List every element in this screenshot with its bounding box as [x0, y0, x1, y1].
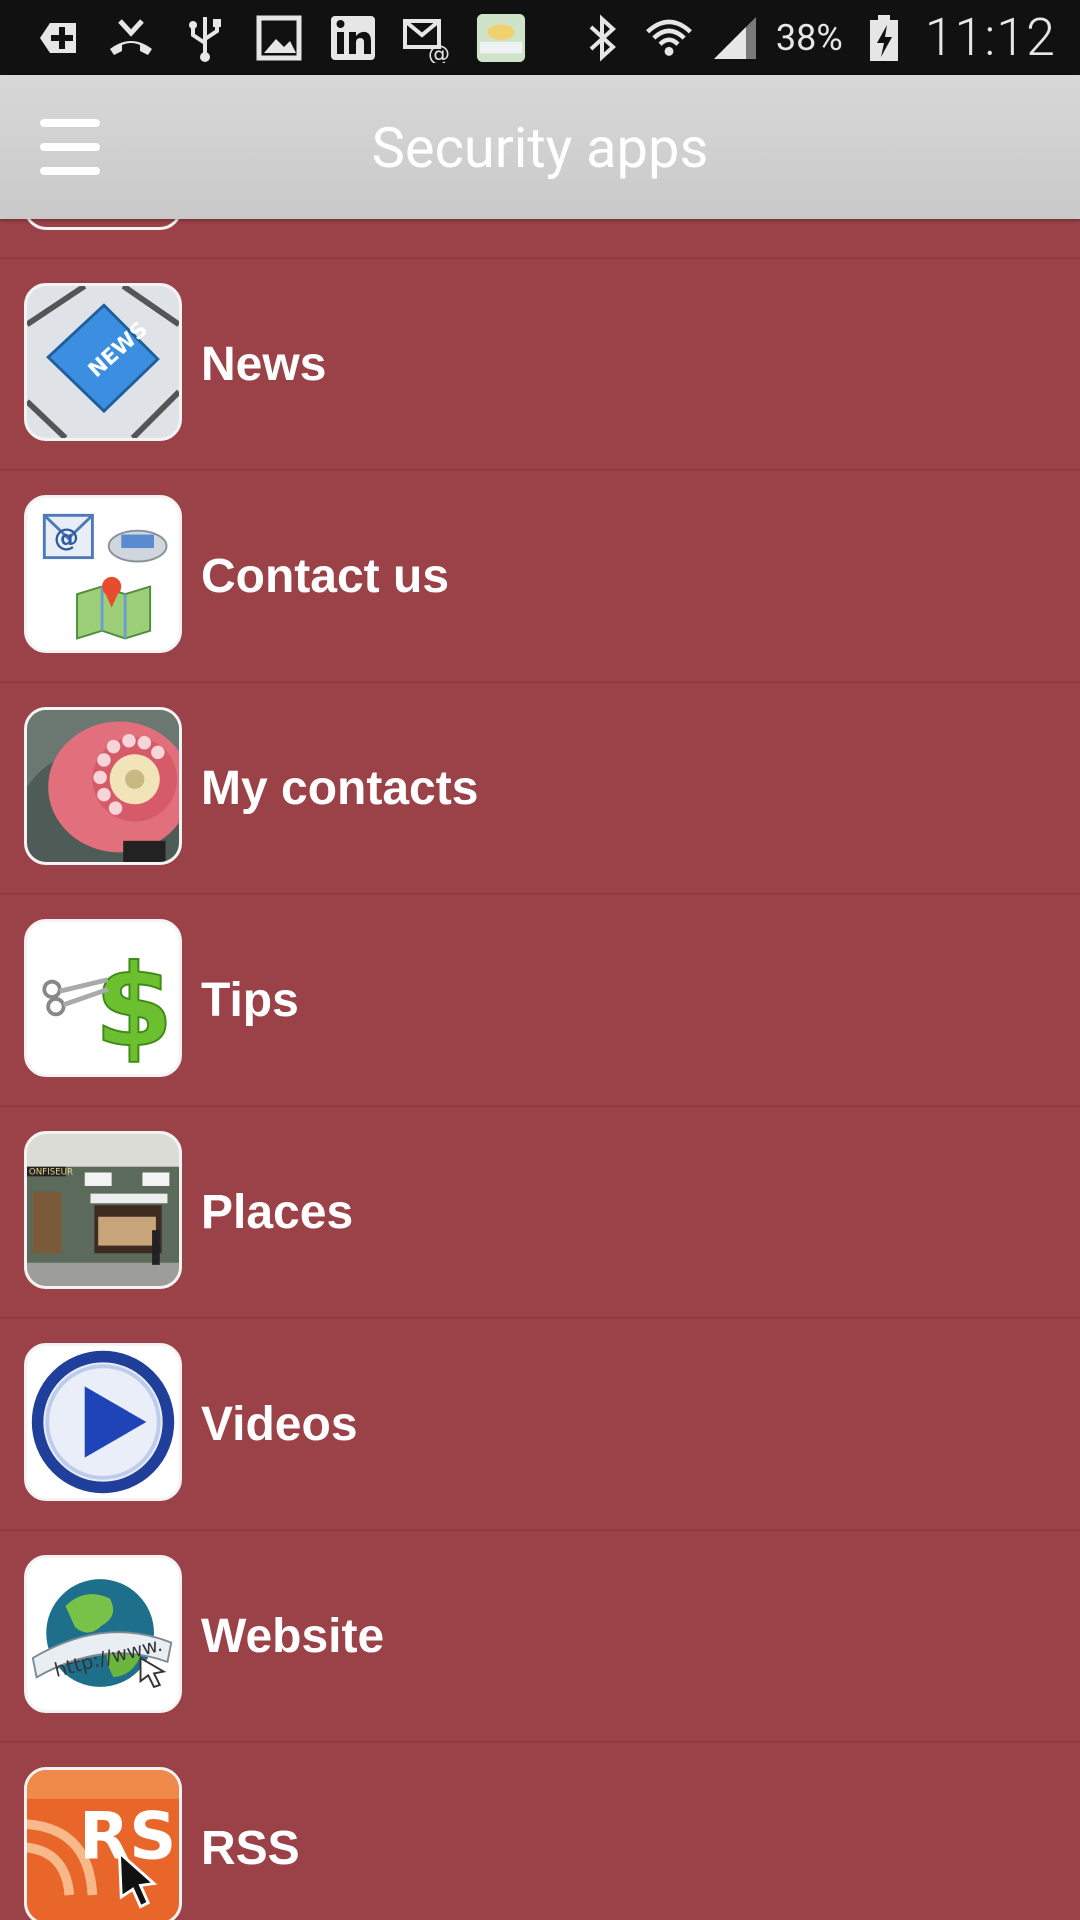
- svg-text:$: $: [94, 940, 173, 1072]
- add-icon: [32, 13, 82, 63]
- list-item-my-contacts[interactable]: My contacts: [0, 681, 1080, 894]
- status-bar: @ 38% 11:12: [0, 0, 1080, 75]
- globe-www-icon: http://www.: [24, 1555, 182, 1713]
- app-bar: Security apps: [0, 75, 1080, 219]
- linkedin-icon: [328, 13, 378, 63]
- list-item-label: Contact us: [201, 550, 450, 603]
- email-sync-icon: @: [402, 13, 452, 63]
- app-thumbnail-icon: [476, 13, 526, 63]
- list-item-label: My contacts: [201, 762, 479, 815]
- list-item-label: Places: [201, 1186, 354, 1239]
- list-item-news[interactable]: NEWS News: [0, 257, 1080, 470]
- list-item-label: RSS: [201, 1822, 300, 1875]
- dollar-scissors-icon: $: [24, 919, 182, 1077]
- list-item-label: Website: [201, 1610, 385, 1663]
- list-item-tips[interactable]: $ Tips: [0, 893, 1080, 1106]
- svg-text:ONFISEUR: ONFISEUR: [29, 1167, 73, 1177]
- list-item-website[interactable]: http://www. Website: [0, 1529, 1080, 1742]
- contact-icons: @: [24, 495, 182, 653]
- battery-charging-icon: [859, 13, 909, 63]
- list-item-label: Videos: [201, 1398, 358, 1451]
- menu-list: NEWS News @ Contact us My contacts $ Tip…: [0, 219, 1080, 1920]
- list-item-places[interactable]: ONFISEUR Places: [0, 1105, 1080, 1318]
- partial-icon: [24, 219, 182, 230]
- bluetooth-icon: [578, 13, 628, 63]
- storefront-icon: ONFISEUR: [24, 1131, 182, 1289]
- wifi-icon: [644, 13, 694, 63]
- clock: 11:12: [924, 7, 1056, 68]
- rotary-phone-icon: [24, 707, 182, 865]
- page-title: Security apps: [371, 115, 709, 181]
- list-item-label: Tips: [201, 974, 299, 1027]
- missed-call-icon: [106, 13, 156, 63]
- rss-icon: RS: [24, 1767, 182, 1920]
- list-item-videos[interactable]: Videos: [0, 1317, 1080, 1530]
- news-key-icon: NEWS: [24, 283, 182, 441]
- list-item-rss[interactable]: RS RSS: [0, 1741, 1080, 1920]
- image-icon: [254, 13, 304, 63]
- play-button-icon: [24, 1343, 182, 1501]
- svg-text:@: @: [54, 523, 79, 552]
- signal-icon: [710, 13, 760, 63]
- list-item[interactable]: [0, 219, 1080, 259]
- list-item-label: News: [201, 338, 327, 391]
- usb-icon: [180, 13, 230, 63]
- svg-text:@: @: [428, 42, 450, 63]
- battery-percentage: 38%: [775, 16, 843, 59]
- list-item-contact-us[interactable]: @ Contact us: [0, 469, 1080, 682]
